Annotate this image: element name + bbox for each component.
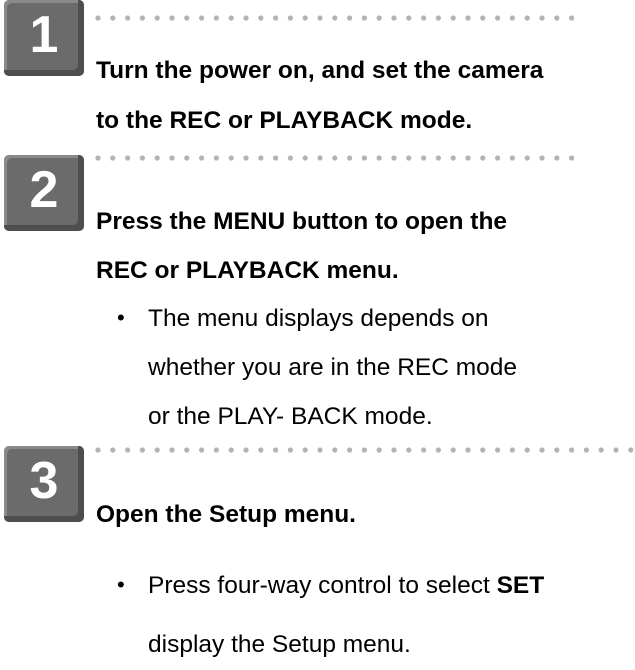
set-keyword: SET bbox=[496, 572, 545, 599]
step-2-bullet-line-2: whether you are in the REC mode bbox=[148, 354, 518, 381]
step-2-heading-line-1: Press the MENU button to open the bbox=[96, 208, 508, 235]
step-2-bullet-dot: • bbox=[117, 305, 125, 330]
step-3-bullet-line-2: display the Setup menu. bbox=[148, 631, 411, 658]
step-2-badge: 2 bbox=[4, 155, 84, 231]
step-3-badge: 3 bbox=[4, 446, 84, 522]
step-1-badge: 1 bbox=[4, 0, 84, 76]
step-2-number: 2 bbox=[29, 161, 59, 219]
step-2-heading-line-2: REC or PLAYBACK menu. bbox=[96, 257, 399, 284]
step-1-heading-line-2: to the REC or PLAYBACK mode. bbox=[96, 107, 473, 134]
step-2-dotted-divider bbox=[94, 154, 580, 162]
step-3-bullet-line-1: Press four-way control to select SET bbox=[148, 572, 545, 599]
step-3-heading-line-1: Open the Setup menu. bbox=[96, 501, 356, 528]
step-3-dotted-divider bbox=[94, 446, 635, 454]
step-2-bullet-line-1: The menu displays depends on bbox=[148, 305, 489, 332]
step-1-dotted-divider bbox=[94, 14, 580, 22]
step-1-number: 1 bbox=[29, 6, 59, 64]
step-1-heading-line-1: Turn the power on, and set the camera bbox=[96, 57, 544, 84]
step-3-bullet-dot: • bbox=[117, 572, 125, 597]
step-2-bullet-line-3: or the PLAY- BACK mode. bbox=[148, 403, 433, 430]
step-3-number: 3 bbox=[29, 452, 59, 510]
